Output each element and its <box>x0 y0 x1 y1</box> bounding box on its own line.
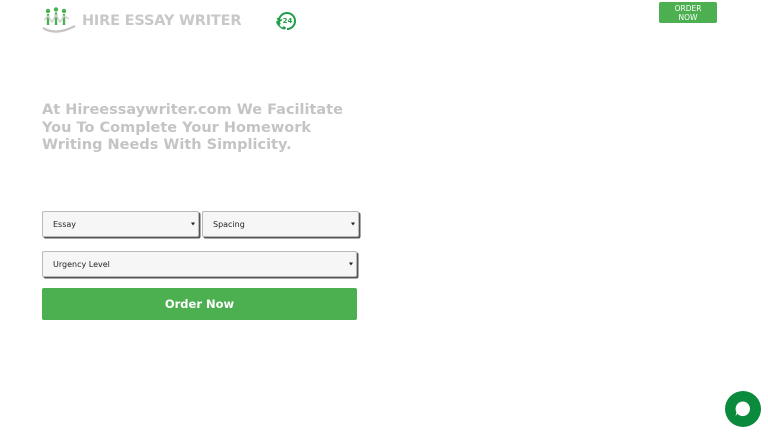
chevron-down-icon <box>351 222 355 226</box>
brand-name: HIRE ESSAY WRITER <box>82 13 242 29</box>
paper-type-value: Essay <box>53 219 77 229</box>
chat-bubble-icon <box>735 401 750 417</box>
chevron-down-icon <box>349 262 353 266</box>
people-icon <box>42 7 76 33</box>
page: HIRE ESSAY WRITER 24 ORDER NOW At Hirees… <box>0 0 768 432</box>
header-order-now-button[interactable]: ORDER NOW <box>659 2 717 23</box>
urgency-select[interactable]: Urgency Level <box>42 251 357 277</box>
urgency-value: Urgency Level <box>53 259 110 269</box>
support-badge: 24 <box>283 17 293 25</box>
spacing-select[interactable]: Spacing <box>202 211 359 237</box>
phone-24-icon: 24 <box>276 12 296 30</box>
spacing-value: Spacing <box>213 219 245 229</box>
chevron-down-icon <box>191 222 195 226</box>
site-logo[interactable]: HIRE ESSAY WRITER <box>42 6 241 36</box>
order-now-button[interactable]: Order Now <box>42 288 357 320</box>
hero-headline: At Hireessaywriter.com We Facilitate You… <box>42 102 343 153</box>
chat-widget-button[interactable] <box>725 391 761 427</box>
paper-type-select[interactable]: Essay <box>42 211 199 237</box>
